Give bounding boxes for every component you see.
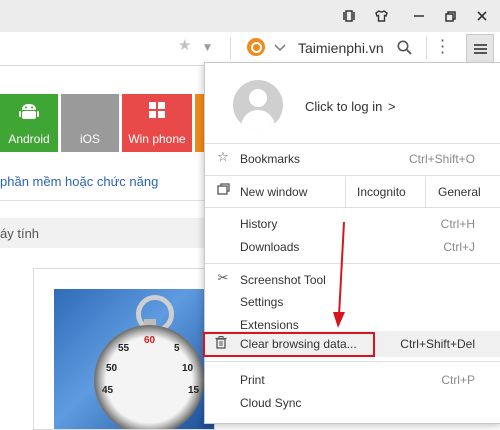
annotation-arrow-head [333, 312, 345, 328]
annotation-highlight-box [203, 332, 375, 357]
annotation-arrow-shaft [338, 221, 345, 317]
annotation-overlay [333, 221, 345, 328]
